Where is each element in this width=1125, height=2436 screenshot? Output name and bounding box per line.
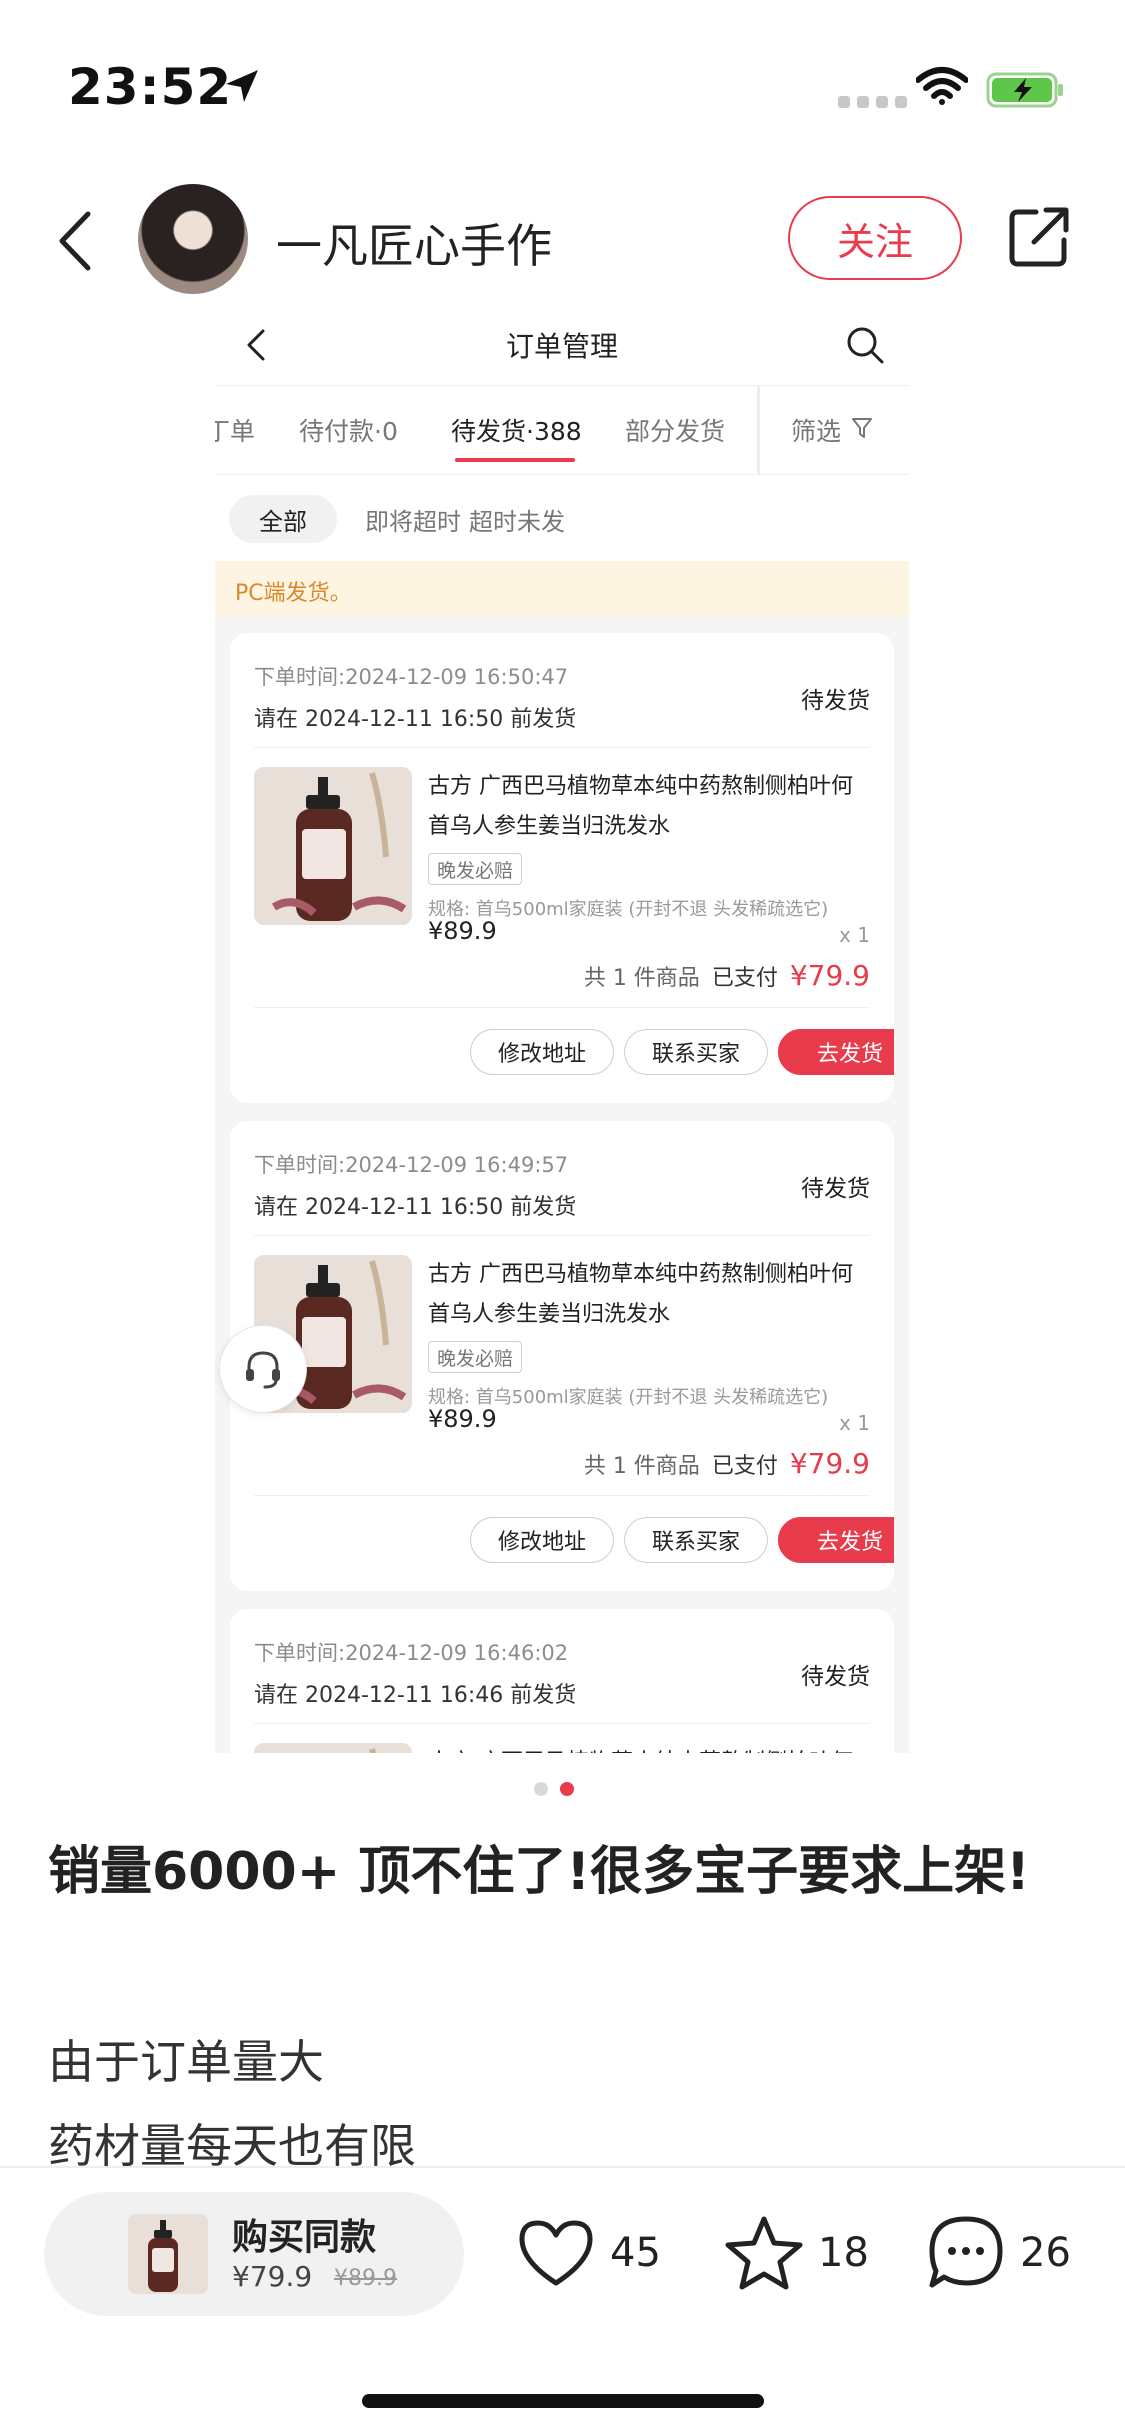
battery-charging-icon — [986, 72, 1063, 108]
comment-button[interactable]: 26 — [926, 2208, 1071, 2298]
product-quantity: x 1 — [839, 1411, 870, 1435]
order-time: 2024-12-09 16:50:47 — [345, 665, 569, 689]
post-body: 由于订单量大 药材量每天也有限 — [48, 2020, 1078, 2188]
post-image[interactable]: 订单管理 丁单 待付款·0 待发货·388 部分发货 筛选 全部 即将超时 超时… — [215, 305, 909, 1753]
favorite-button[interactable]: 18 — [724, 2208, 869, 2298]
active-tab-indicator — [455, 458, 575, 462]
order-status: 待发货 — [801, 1176, 870, 1202]
order-card: 下单时间:2024-12-09 16:49:57 请在 2024-12-11 1… — [230, 1121, 894, 1591]
buy-price: ¥79.9 — [232, 2260, 313, 2293]
order-summary: 共 1 件商品 已支付 ¥79.9 — [584, 1447, 870, 1480]
product-price: ¥89.9 — [428, 1405, 497, 1433]
ship-deadline: 请在 2024-12-11 16:50 前发货 — [254, 707, 577, 732]
pager-dot-active[interactable] — [560, 1782, 574, 1796]
image-pager — [534, 1782, 574, 1796]
tab-pending-shipment[interactable]: 待发货·388 — [451, 412, 582, 448]
order-page-title: 订单管理 — [505, 330, 618, 363]
order-time: 2024-12-09 16:49:57 — [345, 1153, 569, 1177]
post-header: 一凡匠心手作 关注 — [0, 180, 1125, 300]
star-icon — [725, 2216, 803, 2290]
buy-product-thumbnail — [128, 2214, 208, 2294]
home-indicator — [362, 2394, 764, 2408]
order-summary: 共 1 件商品 已支付 ¥79.9 — [584, 959, 870, 992]
contact-buyer-button[interactable]: 联系买家 — [624, 1517, 768, 1563]
item-count: 共 1 件商品 — [583, 966, 700, 991]
late-ship-compensation-tag: 晚发必赔 — [428, 1341, 523, 1373]
order-time-label: 下单时间: — [254, 1641, 346, 1665]
author-name[interactable]: 一凡匠心手作 — [276, 210, 552, 276]
modify-address-button[interactable]: 修改地址 — [470, 1029, 614, 1075]
ship-button[interactable]: 去发货 — [778, 1517, 894, 1563]
order-nav-bar: 订单管理 — [215, 305, 909, 385]
author-avatar[interactable] — [138, 184, 248, 294]
buy-same-label: 购买同款 — [232, 2217, 377, 2258]
heart-icon — [519, 2220, 593, 2286]
tab-all-orders[interactable]: 丁单 — [215, 412, 255, 448]
order-status: 待发货 — [801, 688, 870, 714]
order-status: 待发货 — [801, 1664, 870, 1690]
paid-label: 已支付 — [711, 966, 778, 991]
divider — [254, 1007, 870, 1008]
ship-deadline: 请在 2024-12-11 16:46 前发货 — [254, 1683, 577, 1708]
chip-overdue[interactable]: 超时未发 — [439, 495, 595, 543]
order-card: 下单时间:2024-12-09 16:50:47 请在 2024-12-11 1… — [230, 633, 894, 1103]
chip-all[interactable]: 全部 — [229, 495, 337, 543]
status-bar: 23:52 — [0, 0, 1125, 150]
tab-pending-payment[interactable]: 待付款·0 — [299, 412, 398, 448]
contact-buyer-button[interactable]: 联系买家 — [624, 1029, 768, 1075]
status-time: 23:52 — [68, 58, 233, 116]
order-filter-chips: 全部 即将超时 超时未发 — [215, 475, 909, 561]
tab-partial-shipment[interactable]: 部分发货 — [625, 412, 725, 448]
signal-dots — [838, 96, 907, 108]
buy-same-button[interactable]: 购买同款 ¥79.9 ¥89.9 — [44, 2192, 464, 2316]
product-name[interactable]: 古方 广西巴马植物草本纯中药熬制侧柏叶何首乌人参生姜当归洗发水 — [428, 767, 868, 847]
buy-original-price: ¥89.9 — [334, 2266, 397, 2291]
comment-count: 26 — [1020, 2230, 1071, 2276]
follow-button[interactable]: 关注 — [788, 196, 962, 280]
tab-divider — [757, 386, 760, 474]
order-time-label: 下单时间: — [254, 1153, 346, 1177]
back-icon[interactable] — [52, 208, 96, 274]
order-tabs: 丁单 待付款·0 待发货·388 部分发货 筛选 — [215, 385, 909, 475]
customer-service-button[interactable] — [219, 1325, 307, 1413]
favorite-count: 18 — [818, 2230, 869, 2276]
search-icon[interactable] — [845, 325, 885, 365]
comment-icon — [929, 2216, 1003, 2288]
divider — [254, 747, 870, 748]
item-count: 共 1 件商品 — [583, 1454, 700, 1479]
post-body-line: 由于订单量大 — [48, 2035, 324, 2089]
order-time-label: 下单时间: — [254, 665, 346, 689]
share-icon[interactable] — [1006, 204, 1072, 270]
like-count: 45 — [610, 2230, 661, 2276]
ship-button[interactable]: 去发货 — [778, 1029, 894, 1075]
customer-service-icon — [246, 1351, 280, 1389]
product-name[interactable]: 古方 广西巴马植物草本纯中药熬制侧柏叶何 — [428, 1743, 868, 1753]
filter-button[interactable]: 筛选 — [791, 412, 841, 448]
order-card: 下单时间:2024-12-09 16:46:02 请在 2024-12-11 1… — [230, 1609, 894, 1753]
notice-banner: PC端发货。 — [215, 561, 909, 617]
late-ship-compensation-tag: 晚发必赔 — [428, 853, 523, 885]
pager-dot[interactable] — [534, 1782, 548, 1796]
filter-icon[interactable] — [851, 416, 873, 440]
product-price: ¥89.9 — [428, 917, 497, 945]
paid-amount: ¥79.9 — [789, 959, 870, 992]
divider — [254, 1723, 870, 1724]
product-image[interactable] — [254, 767, 412, 925]
product-name[interactable]: 古方 广西巴马植物草本纯中药熬制侧柏叶何首乌人参生姜当归洗发水 — [428, 1255, 868, 1335]
wifi-icon — [916, 67, 968, 105]
like-button[interactable]: 45 — [516, 2208, 661, 2298]
modify-address-button[interactable]: 修改地址 — [470, 1517, 614, 1563]
product-image[interactable] — [254, 1743, 412, 1753]
divider — [254, 1495, 870, 1496]
product-quantity: x 1 — [839, 923, 870, 947]
ship-deadline: 请在 2024-12-11 16:50 前发货 — [254, 1195, 577, 1220]
divider — [254, 1235, 870, 1236]
paid-amount: ¥79.9 — [789, 1447, 870, 1480]
order-time: 2024-12-09 16:46:02 — [345, 1641, 569, 1665]
bottom-action-bar: 购买同款 ¥79.9 ¥89.9 45 18 26 — [0, 2168, 1125, 2436]
paid-label: 已支付 — [711, 1454, 778, 1479]
post-title: 销量6000+ 顶不住了!很多宝子要求上架! — [48, 1842, 1030, 1902]
location-arrow-icon — [226, 70, 258, 102]
